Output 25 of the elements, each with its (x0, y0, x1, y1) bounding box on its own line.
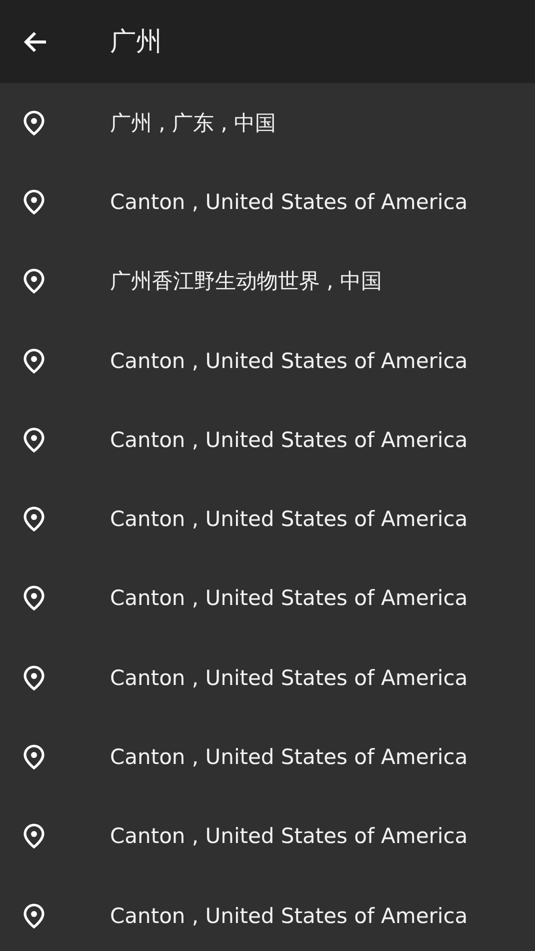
location-pin-icon (22, 188, 46, 215)
location-result[interactable]: 广州香江野生动物世界 , 中国 (110, 267, 382, 296)
search-field[interactable]: 广州 (70, 0, 535, 83)
location-result[interactable]: Canton , United States of America (110, 190, 468, 214)
location-result[interactable]: Canton , United States of America (110, 586, 468, 610)
location-result[interactable]: Canton , United States of America (110, 745, 468, 770)
location-pin-icon (22, 744, 46, 770)
location-result[interactable]: Canton , United States of America (110, 428, 468, 452)
location-pin-icon (22, 268, 46, 294)
back-button[interactable] (0, 0, 70, 83)
location-result[interactable]: Canton , United States of America (110, 824, 468, 848)
back-arrow-icon (22, 30, 48, 54)
location-pin-icon (22, 426, 46, 453)
location-result[interactable]: Canton , United States of America (110, 348, 468, 373)
location-pin-icon (22, 348, 46, 374)
location-result[interactable]: 广州 , 广东 , 中国 (110, 108, 276, 137)
location-pin-icon (22, 664, 46, 691)
location-result[interactable]: Canton , United States of America (110, 666, 468, 690)
location-pin-icon (22, 110, 46, 136)
location-pin-icon (22, 506, 46, 532)
location-pin-icon (22, 585, 46, 612)
location-pin-icon (22, 823, 46, 850)
location-result[interactable]: Canton , United States of America (110, 507, 468, 532)
location-pin-icon (22, 902, 46, 929)
location-result[interactable]: Canton , United States of America (110, 904, 468, 928)
